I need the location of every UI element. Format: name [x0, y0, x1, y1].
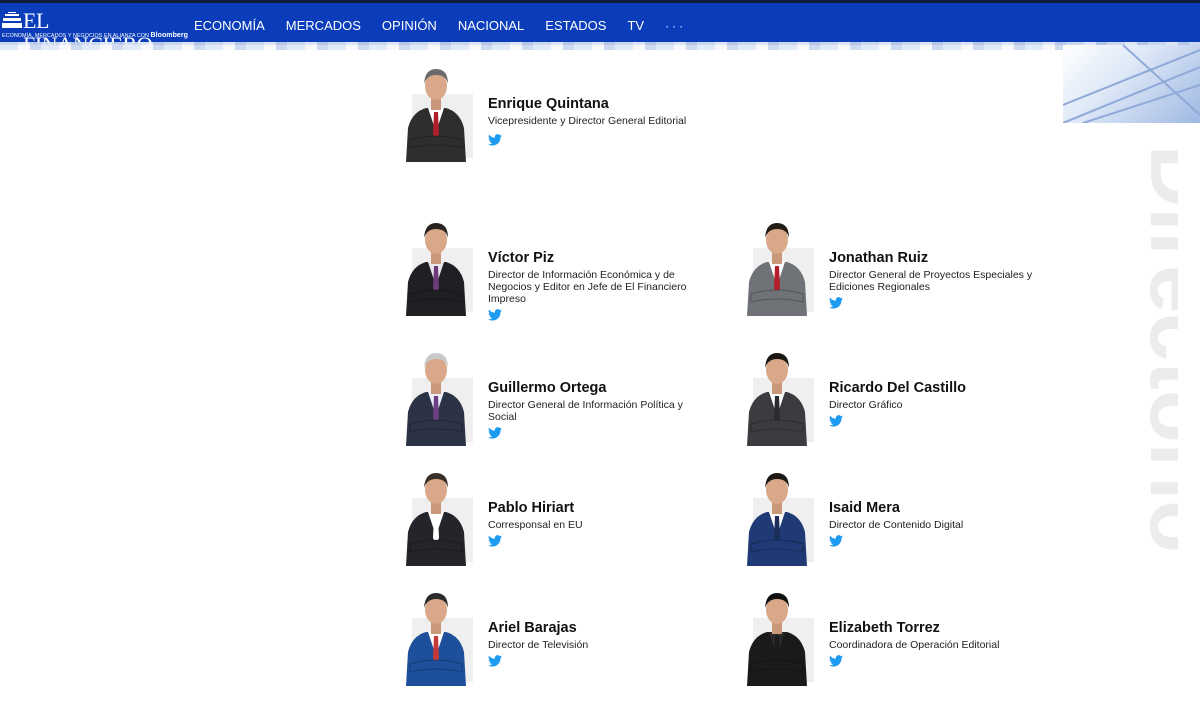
person-role: Coordinadora de Operación Editorial [829, 639, 1000, 651]
page-title: Directorio [1088, 145, 1200, 555]
person-card: Enrique Quintana Vicepresidente y Direct… [398, 62, 738, 172]
person-name: Ariel Barajas [488, 620, 577, 636]
person-card: Elizabeth Torrez Coordinadora de Operaci… [739, 586, 1079, 696]
nav-item-estados[interactable]: ESTADOS [545, 18, 606, 33]
twitter-icon[interactable] [488, 134, 502, 146]
nav-item-economia[interactable]: ECONOMÍA [194, 18, 265, 33]
person-card: Ricardo Del Castillo Director Gráfico [739, 346, 1079, 456]
person-card: Jonathan Ruiz Director General de Proyec… [739, 216, 1079, 326]
decorative-building-image [1063, 45, 1200, 123]
person-name: Enrique Quintana [488, 96, 609, 112]
logo-partner-text: Bloomberg [150, 32, 188, 39]
person-name: Isaid Mera [829, 500, 900, 516]
twitter-icon[interactable] [488, 535, 502, 547]
person-photo [406, 473, 466, 566]
person-photo [406, 223, 466, 316]
logo-tagline-text: ECONOMÍA, MERCADOS Y NEGOCIOS EN ALIANZA… [2, 33, 149, 39]
nav-item-mercados[interactable]: MERCADOS [286, 18, 361, 33]
person-photo [406, 353, 466, 446]
twitter-icon[interactable] [829, 535, 843, 547]
person-photo [747, 353, 807, 446]
person-name: Pablo Hiriart [488, 500, 575, 516]
twitter-icon[interactable] [488, 309, 502, 321]
person-card: Ariel Barajas Director de Televisión [398, 586, 738, 696]
person-name: Víctor Piz [488, 250, 555, 266]
nav-item-opinion[interactable]: OPINIÓN [382, 18, 437, 33]
person-photo [747, 223, 807, 316]
twitter-icon[interactable] [488, 655, 502, 667]
twitter-icon[interactable] [829, 655, 843, 667]
twitter-icon[interactable] [829, 415, 843, 427]
person-card: Guillermo Ortega Director General de Inf… [398, 346, 738, 456]
person-card: Isaid Mera Director de Contenido Digital [739, 466, 1079, 576]
more-menu-button[interactable]: ··· [665, 19, 686, 33]
nav-item-tv[interactable]: TV [627, 18, 644, 33]
page-title-text: Directorio [1132, 145, 1178, 553]
top-navigation-bar: EL FINANCIERO ECONOMÍA, MERCADOS Y NEGOC… [0, 0, 1200, 57]
person-role: Director General de Proyectos Especiales… [829, 269, 1033, 293]
person-photo [747, 593, 807, 686]
twitter-icon[interactable] [829, 297, 843, 309]
person-role: Director de Contenido Digital [829, 519, 964, 531]
logo-tagline: ECONOMÍA, MERCADOS Y NEGOCIOS EN ALIANZA… [2, 32, 188, 40]
person-role: Director General de Información Política… [488, 399, 683, 423]
person-photo [406, 69, 466, 162]
person-name: Jonathan Ruiz [829, 250, 929, 266]
person-role: Corresponsal en EU [488, 519, 583, 531]
person-role: Director de Televisión [488, 639, 589, 651]
logo-mark-icon [2, 12, 22, 28]
person-name: Guillermo Ortega [488, 380, 607, 396]
header-decorative-strip [0, 42, 1200, 50]
person-role: Director de Información Económica y de N… [488, 269, 687, 305]
person-role: Vicepresidente y Director General Editor… [488, 115, 687, 127]
person-photo [406, 593, 466, 686]
person-name: Ricardo Del Castillo [829, 380, 966, 396]
twitter-icon[interactable] [488, 427, 502, 439]
nav-item-nacional[interactable]: NACIONAL [458, 18, 524, 33]
person-card: Víctor Piz Director de Información Econó… [398, 216, 738, 326]
person-role: Director Gráfico [829, 399, 903, 411]
el-financiero-logo[interactable]: EL FINANCIERO ECONOMÍA, MERCADOS Y NEGOC… [2, 9, 188, 57]
person-name: Elizabeth Torrez [829, 620, 940, 636]
person-card: Pablo Hiriart Corresponsal en EU [398, 466, 738, 576]
person-photo [747, 473, 807, 566]
